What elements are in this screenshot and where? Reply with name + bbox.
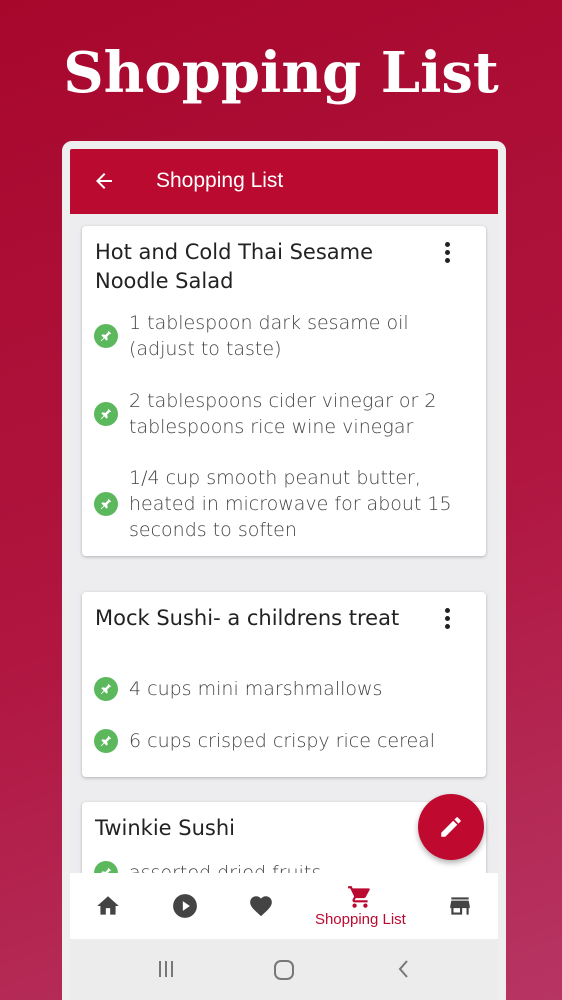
app-bar-title: Shopping List bbox=[156, 169, 284, 192]
play-icon bbox=[172, 894, 197, 918]
app-bar: Shopping List bbox=[70, 149, 498, 214]
ingredient-item[interactable]: 2 tablespoons cider vinegar or 2 tablesp… bbox=[94, 388, 474, 440]
pin-check-icon bbox=[94, 677, 118, 701]
pin-check-icon bbox=[94, 324, 118, 348]
ingredient-text: 4 cups mini marshmallows bbox=[129, 678, 383, 700]
ingredient-text: 1/4 cup smooth peanut butter, heated in … bbox=[129, 467, 452, 541]
ingredient-item[interactable]: 4 cups mini marshmallows bbox=[94, 676, 474, 702]
more-vert-icon[interactable] bbox=[442, 608, 454, 630]
nav-videos[interactable] bbox=[146, 873, 222, 939]
nav-favorites[interactable] bbox=[223, 873, 299, 939]
pin-check-icon bbox=[94, 729, 118, 753]
bottom-navigation: Shopping List bbox=[70, 873, 498, 939]
recipe-title: Hot and Cold Thai Sesame Noodle Salad bbox=[95, 240, 374, 293]
recents-icon[interactable] bbox=[156, 959, 176, 979]
ingredient-item[interactable]: 1 tablespoon dark sesame oil (adjust to … bbox=[94, 310, 474, 362]
shopping-list-content[interactable]: Hot and Cold Thai Sesame Noodle Salad 1 … bbox=[70, 214, 498, 874]
cart-icon bbox=[348, 886, 371, 908]
pencil-icon bbox=[441, 817, 461, 837]
promo-title: Shopping List bbox=[63, 40, 499, 106]
nav-store[interactable] bbox=[422, 873, 498, 939]
recipe-title: Twinkie Sushi bbox=[95, 816, 235, 840]
back-arrow-icon[interactable] bbox=[92, 169, 116, 193]
nav-shopping-list[interactable]: Shopping List bbox=[299, 873, 421, 939]
pin-check-icon bbox=[94, 492, 118, 516]
phone-frame: Shopping List Hot and Cold Thai Sesame N… bbox=[62, 141, 506, 1000]
ingredient-item[interactable]: assorted dried fruits bbox=[94, 860, 474, 874]
ingredient-text: 2 tablespoons cider vinegar or 2 tablesp… bbox=[129, 390, 437, 438]
ingredient-text: 1 tablespoon dark sesame oil (adjust to … bbox=[129, 312, 409, 360]
home-icon bbox=[97, 896, 120, 915]
more-vert-icon[interactable] bbox=[442, 242, 454, 264]
pin-check-icon bbox=[94, 402, 118, 426]
ingredient-item[interactable]: 6 cups crisped crispy rice cereal bbox=[94, 728, 474, 754]
nav-home[interactable] bbox=[70, 873, 146, 939]
store-icon bbox=[450, 897, 470, 915]
recipe-title: Mock Sushi- a childrens treat bbox=[95, 606, 400, 630]
ingredient-text: assorted dried fruits bbox=[129, 862, 322, 874]
system-navigation-bar bbox=[70, 939, 498, 1000]
back-button-icon[interactable] bbox=[394, 959, 414, 979]
edit-fab-button[interactable] bbox=[418, 794, 484, 860]
home-button-icon[interactable] bbox=[273, 959, 295, 981]
nav-shopping-list-label: Shopping List bbox=[314, 911, 406, 928]
heart-icon bbox=[250, 896, 272, 917]
recipe-card: Hot and Cold Thai Sesame Noodle Salad 1 … bbox=[82, 226, 486, 556]
ingredient-text: 6 cups crisped crispy rice cereal bbox=[129, 730, 436, 752]
ingredient-item[interactable]: 1/4 cup smooth peanut butter, heated in … bbox=[94, 465, 474, 543]
recipe-card: Mock Sushi- a childrens treat 4 cups min… bbox=[82, 592, 486, 777]
